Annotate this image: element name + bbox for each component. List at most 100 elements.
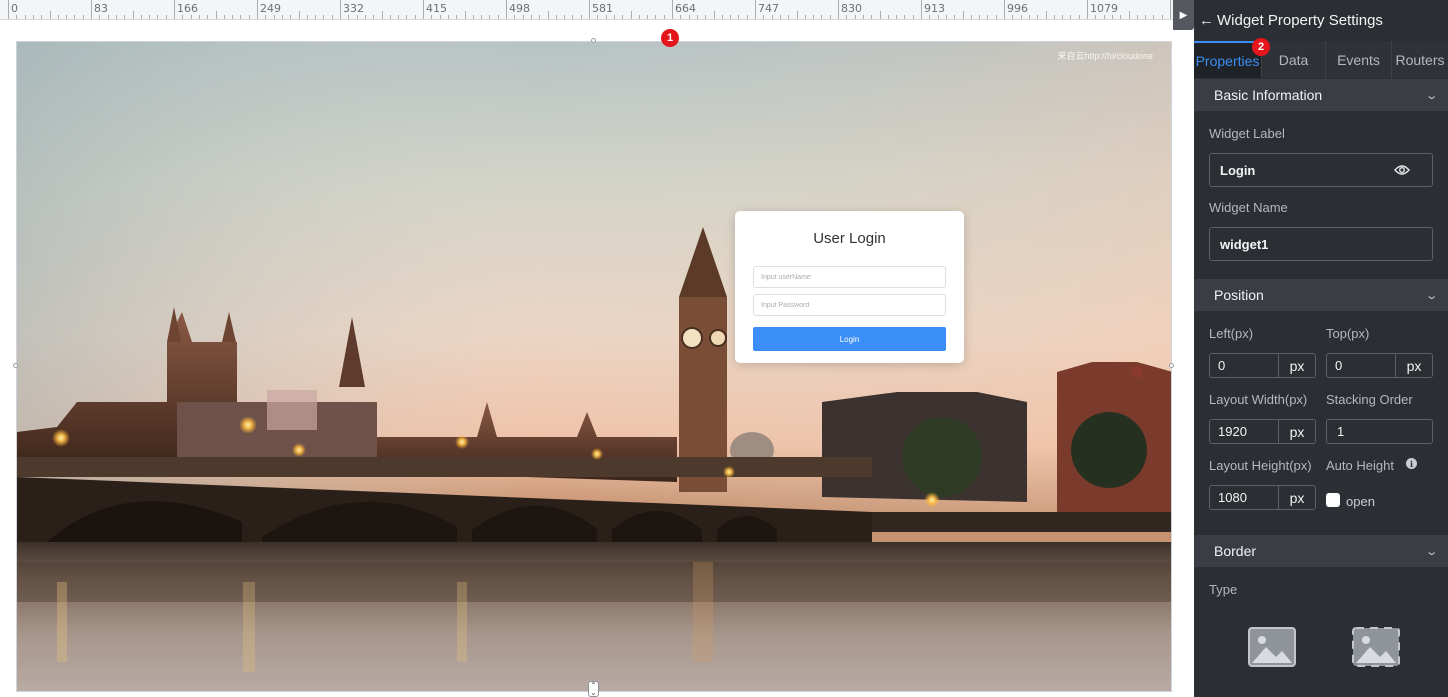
ruler-minor-tick	[829, 15, 831, 19]
ruler-minor-tick	[879, 11, 881, 19]
ruler-minor-tick	[115, 15, 117, 19]
ruler-minor-tick	[1053, 15, 1055, 19]
unit-label: px	[1289, 423, 1305, 440]
login-card[interactable]: User Login Login	[735, 211, 964, 363]
ruler-minor-tick	[439, 15, 441, 19]
ruler-minor-tick	[406, 15, 408, 19]
tab-events[interactable]: Events	[1325, 41, 1391, 78]
panel-toggle-button[interactable]: ▶	[1173, 0, 1194, 30]
section-basic-information[interactable]: Basic Information ⌄	[1194, 79, 1448, 111]
ruler-minor-tick	[49, 11, 51, 19]
ruler-minor-tick	[364, 15, 366, 19]
ruler-minor-tick	[41, 15, 43, 19]
ruler-minor-tick	[1161, 15, 1163, 19]
left-value[interactable]: 0	[1210, 354, 1279, 377]
ruler-minor-tick	[298, 11, 300, 19]
ruler-minor-tick	[198, 15, 200, 19]
left-input[interactable]: 0 px	[1209, 353, 1316, 378]
ruler-minor-tick	[1070, 15, 1072, 19]
login-button[interactable]: Login	[753, 327, 946, 351]
ruler-label: 166	[177, 2, 198, 15]
ruler-minor-tick	[373, 15, 375, 19]
ruler-minor-tick	[655, 15, 657, 19]
widget-label-field[interactable]: Login	[1209, 153, 1372, 187]
ruler-minor-tick	[223, 15, 225, 19]
resize-handle-right[interactable]	[1169, 363, 1174, 368]
ruler-minor-tick	[962, 11, 964, 19]
border-type-dashed-option[interactable]	[1352, 627, 1400, 667]
ruler-label: 498	[509, 2, 530, 15]
ruler-minor-tick	[630, 11, 632, 19]
ruler-minor-tick	[555, 15, 557, 19]
ruler-minor-tick	[862, 15, 864, 19]
ruler-minor-tick	[107, 15, 109, 19]
ruler-label: 332	[343, 2, 364, 15]
design-canvas[interactable]: 0 83 166 249 332 415 498 581 664 747 830 913 996 1079…	[0, 0, 1194, 697]
top-input[interactable]: 0 px	[1326, 353, 1433, 378]
ruler-minor-tick	[846, 15, 848, 19]
ruler-minor-tick	[680, 15, 682, 19]
ruler-label: 415	[426, 2, 447, 15]
ruler-label: 913	[924, 2, 945, 15]
ruler-minor-tick	[149, 15, 151, 19]
ruler-minor-tick	[190, 15, 192, 19]
border-type-solid-option[interactable]	[1248, 627, 1296, 667]
auto-height-option-label: open	[1346, 494, 1375, 509]
horizontal-ruler: 0 83 166 249 332 415 498 581 664 747 830 913 996 1079…	[0, 0, 1173, 20]
back-arrow-icon[interactable]: ←	[1199, 12, 1217, 29]
section-border[interactable]: Border ⌄	[1194, 535, 1448, 567]
stacking-order-input[interactable]: 1	[1326, 419, 1433, 444]
layout-height-value[interactable]: 1080	[1210, 486, 1279, 509]
ruler-minor-tick	[730, 15, 732, 19]
ruler-minor-tick	[1028, 15, 1030, 19]
image-watermark: 来自云http://hi/cloudone	[1057, 51, 1153, 61]
ruler-minor-tick	[1062, 15, 1064, 19]
username-input[interactable]	[753, 266, 946, 288]
visibility-toggle-button[interactable]	[1371, 153, 1433, 187]
section-position[interactable]: Position ⌄	[1194, 279, 1448, 311]
ruler-minor-tick	[207, 15, 209, 19]
layout-height-caption: Layout Height(px)	[1209, 458, 1312, 473]
layout-width-value[interactable]: 1920	[1210, 420, 1279, 443]
ruler-minor-tick	[1078, 15, 1080, 19]
ruler-label: 581	[592, 2, 613, 15]
top-value[interactable]: 0	[1327, 354, 1396, 377]
tab-properties[interactable]: Properties	[1194, 41, 1261, 78]
ruler-minor-tick	[165, 15, 167, 19]
resize-handle-left[interactable]	[13, 363, 18, 368]
ruler-minor-tick	[1020, 15, 1022, 19]
page-stage[interactable]: 来自云http://hi/cloudone User Login Login	[16, 41, 1172, 692]
password-input[interactable]	[753, 294, 946, 316]
tab-data[interactable]: Data	[1261, 41, 1325, 78]
resize-handle-top[interactable]	[591, 38, 596, 43]
ruler-label: 1079	[1090, 2, 1118, 15]
ruler-minor-tick	[323, 15, 325, 19]
panel-tabs: Properties Data Events Routers	[1194, 41, 1448, 78]
ruler-minor-tick	[215, 11, 217, 19]
panel-header: ← Widget Property Settings	[1194, 0, 1448, 40]
ruler-minor-tick	[381, 11, 383, 19]
tab-routers[interactable]: Routers	[1391, 41, 1448, 78]
ruler-minor-tick	[356, 15, 358, 19]
ruler-label: 996	[1007, 2, 1028, 15]
layout-height-input[interactable]: 1080 px	[1209, 485, 1316, 510]
layout-width-input[interactable]: 1920 px	[1209, 419, 1316, 444]
ruler-minor-tick	[182, 15, 184, 19]
ruler-minor-tick	[290, 15, 292, 19]
ruler-minor-tick	[232, 15, 234, 19]
info-icon[interactable]: i	[1406, 458, 1417, 469]
ruler-minor-tick	[99, 15, 101, 19]
ruler-minor-tick	[945, 15, 947, 19]
ruler-minor-tick	[979, 15, 981, 19]
ruler-label: 0	[11, 2, 18, 15]
widget-name-field[interactable]: widget1	[1209, 227, 1433, 261]
auto-height-caption: Auto Height	[1326, 458, 1394, 473]
ruler-minor-tick	[248, 15, 250, 19]
ruler-minor-tick	[1145, 15, 1147, 19]
auto-height-checkbox[interactable]	[1326, 493, 1340, 507]
ruler-minor-tick	[929, 15, 931, 19]
ruler-label: 830	[841, 2, 862, 15]
resize-handle-bottom[interactable]: ⌃ ⌄	[588, 681, 599, 697]
ruler-minor-tick	[713, 11, 715, 19]
ruler-minor-tick	[447, 15, 449, 19]
